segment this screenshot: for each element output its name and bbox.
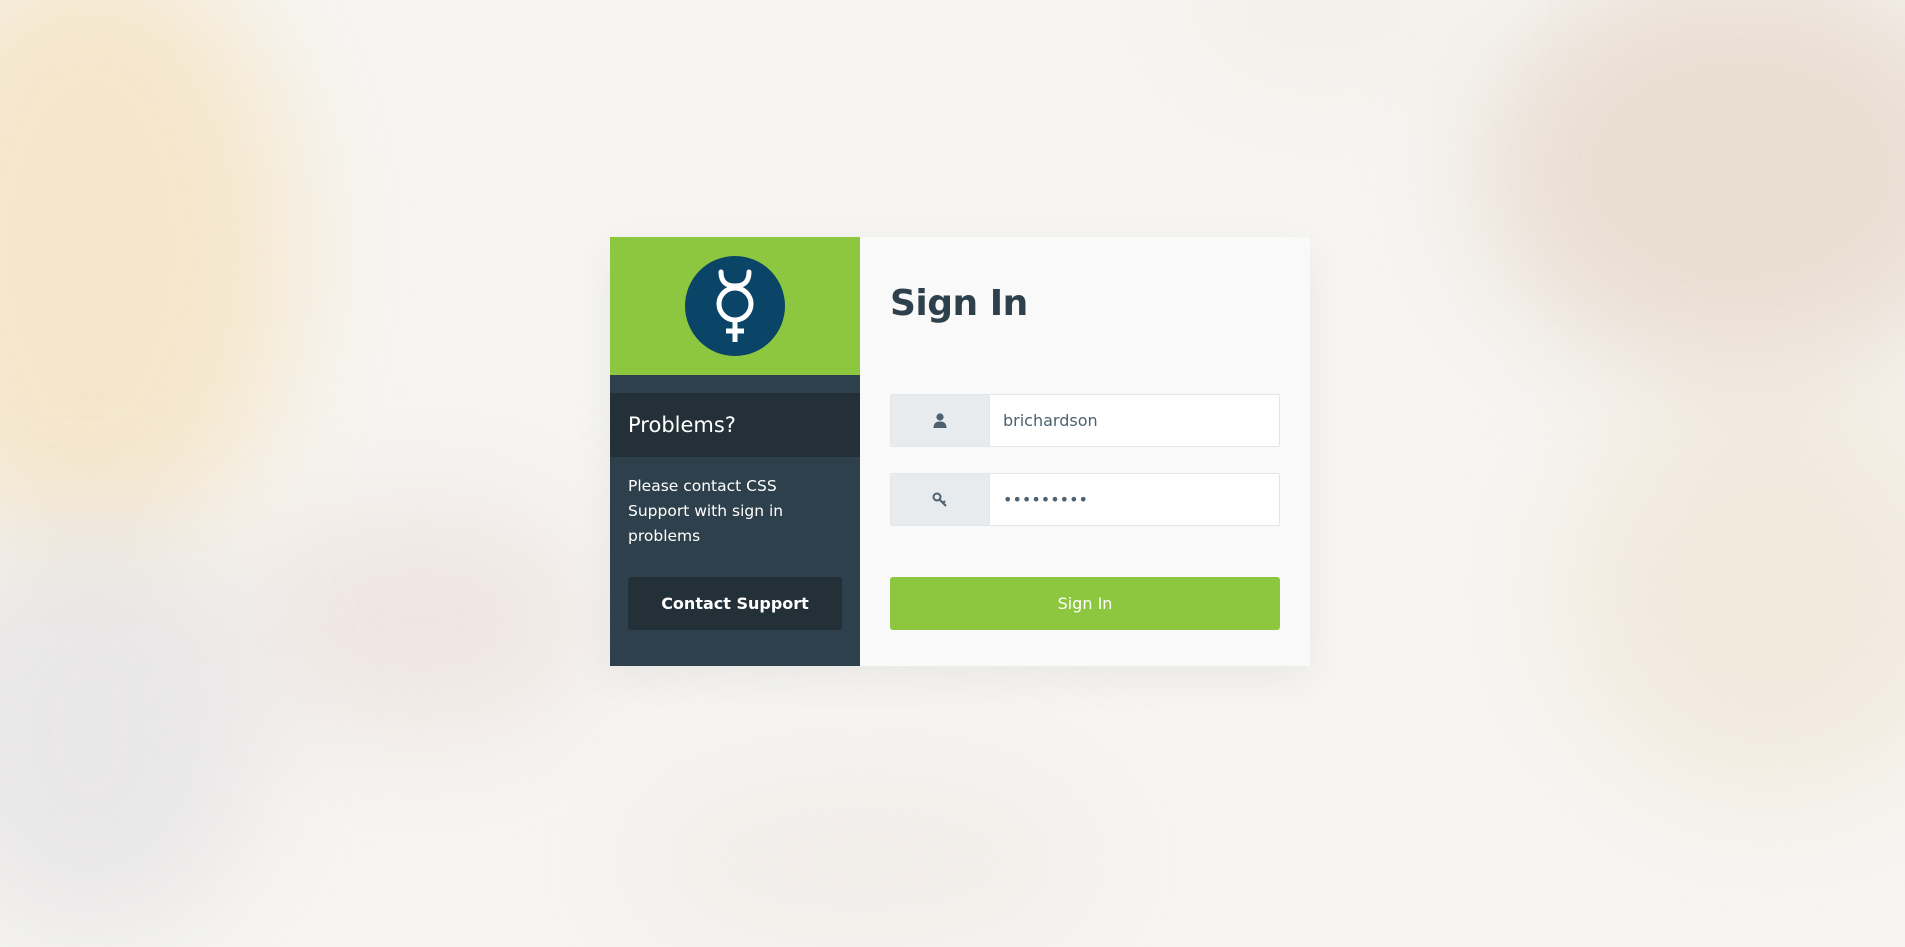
username-addon (891, 395, 990, 446)
sidebar-heading: Problems? (610, 393, 860, 457)
background-blur (1180, 0, 1460, 80)
username-input[interactable] (990, 395, 1279, 446)
sidebar-message: Please contact CSS Support with sign in … (628, 477, 784, 545)
logo (685, 256, 785, 356)
background-blur (0, 520, 260, 940)
user-icon (933, 413, 947, 428)
background-blur (1480, 0, 1905, 380)
password-input[interactable] (990, 474, 1279, 525)
background-blur (0, 0, 300, 560)
help-sidebar: Problems? Please contact CSS Support wit… (610, 237, 860, 666)
background-blur (1560, 380, 1905, 800)
logo-banner (610, 237, 860, 375)
page-title: Sign In (890, 283, 1028, 324)
password-field (890, 473, 1280, 526)
background-blur (620, 760, 1100, 947)
key-icon (932, 492, 947, 507)
mercury-symbol-icon (716, 269, 754, 342)
username-field (890, 394, 1280, 447)
password-addon (891, 474, 990, 525)
login-card: Problems? Please contact CSS Support wit… (610, 237, 1310, 666)
sign-in-form: Sign In Sign In (860, 237, 1310, 666)
contact-support-button[interactable]: Contact Support (628, 577, 842, 630)
background-blur (240, 500, 600, 740)
sign-in-button[interactable]: Sign In (890, 577, 1280, 630)
